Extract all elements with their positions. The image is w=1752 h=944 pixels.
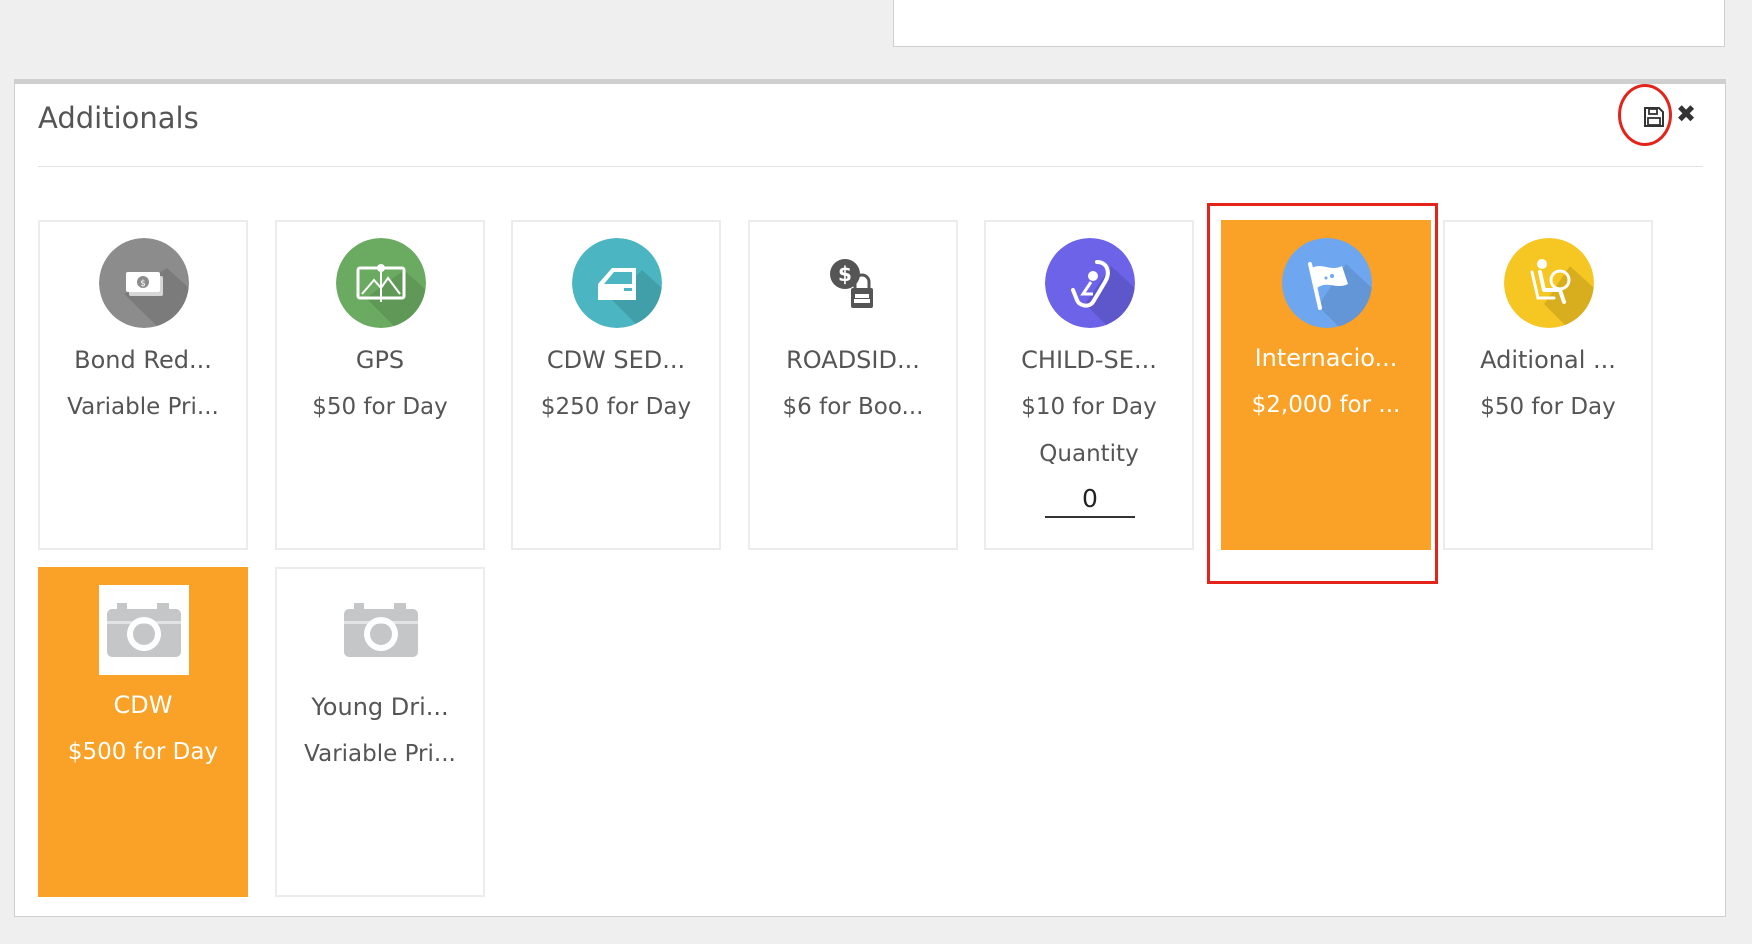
addon-card-gps[interactable]: GPS $50 for Day: [275, 220, 485, 550]
additionals-panel: Additionals ✖ $ Bond Red... Variable Pri…: [14, 79, 1726, 917]
addon-price: $6 for Boo...: [782, 394, 924, 420]
addon-card-young-driver[interactable]: Young Dri... Variable Pri...: [275, 567, 485, 897]
money-icon: $: [99, 238, 189, 328]
addon-card-bond[interactable]: $ Bond Red... Variable Pri...: [38, 220, 248, 550]
addon-price: $500 for Day: [67, 739, 219, 765]
addon-card-additional-driver[interactable]: Aditional ... $50 for Day: [1443, 220, 1653, 550]
quantity-label: Quantity: [1039, 441, 1139, 467]
addon-name: CDW: [113, 691, 173, 719]
addon-price: $2,000 for ...: [1251, 392, 1401, 418]
addon-price: $50 for Day: [1480, 394, 1616, 420]
dollar-lock-icon: $: [809, 238, 899, 328]
addon-name: ROADSID...: [786, 346, 920, 374]
panel-title: Additionals: [38, 101, 199, 135]
addon-name: Young Dri...: [311, 693, 449, 721]
addon-name: CDW SED...: [546, 346, 686, 374]
addon-card-cdw-sedan[interactable]: CDW SED... $250 for Day: [511, 220, 721, 550]
top-panel-edge: [893, 0, 1725, 47]
camera-icon: [336, 585, 426, 675]
title-divider: [38, 166, 1703, 167]
svg-text:$: $: [140, 279, 146, 289]
addon-price: $50 for Day: [312, 394, 448, 420]
driver-icon: [1504, 238, 1594, 328]
addon-price: $10 for Day: [1021, 394, 1157, 420]
camera-icon: [99, 585, 189, 675]
addon-price: $250 for Day: [540, 394, 692, 420]
car-door-icon: [572, 238, 662, 328]
addon-price: Variable Pri...: [304, 741, 456, 767]
addon-card-child-seat[interactable]: CHILD-SE... $10 for Day Quantity: [984, 220, 1194, 550]
addon-card-roadside[interactable]: $ ROADSID... $6 for Boo...: [748, 220, 958, 550]
addon-name: GPS: [355, 346, 405, 374]
save-icon[interactable]: [1643, 106, 1665, 128]
close-icon[interactable]: ✖: [1676, 102, 1696, 126]
child-seat-icon: [1045, 238, 1135, 328]
svg-text:$: $: [838, 262, 852, 286]
addon-card-cdw[interactable]: CDW $500 for Day: [38, 567, 248, 897]
addon-name: Internacio...: [1254, 344, 1398, 372]
addon-name: Bond Red...: [74, 346, 212, 374]
addon-name: Aditional ...: [1480, 346, 1616, 374]
map-icon: [336, 238, 426, 328]
addon-card-international[interactable]: Internacio... $2,000 for ...: [1221, 220, 1431, 550]
flag-icon: [1282, 238, 1372, 328]
addon-name: CHILD-SE...: [1021, 346, 1157, 374]
quantity-input[interactable]: [1045, 480, 1135, 518]
addon-price: Variable Pri...: [67, 394, 219, 420]
